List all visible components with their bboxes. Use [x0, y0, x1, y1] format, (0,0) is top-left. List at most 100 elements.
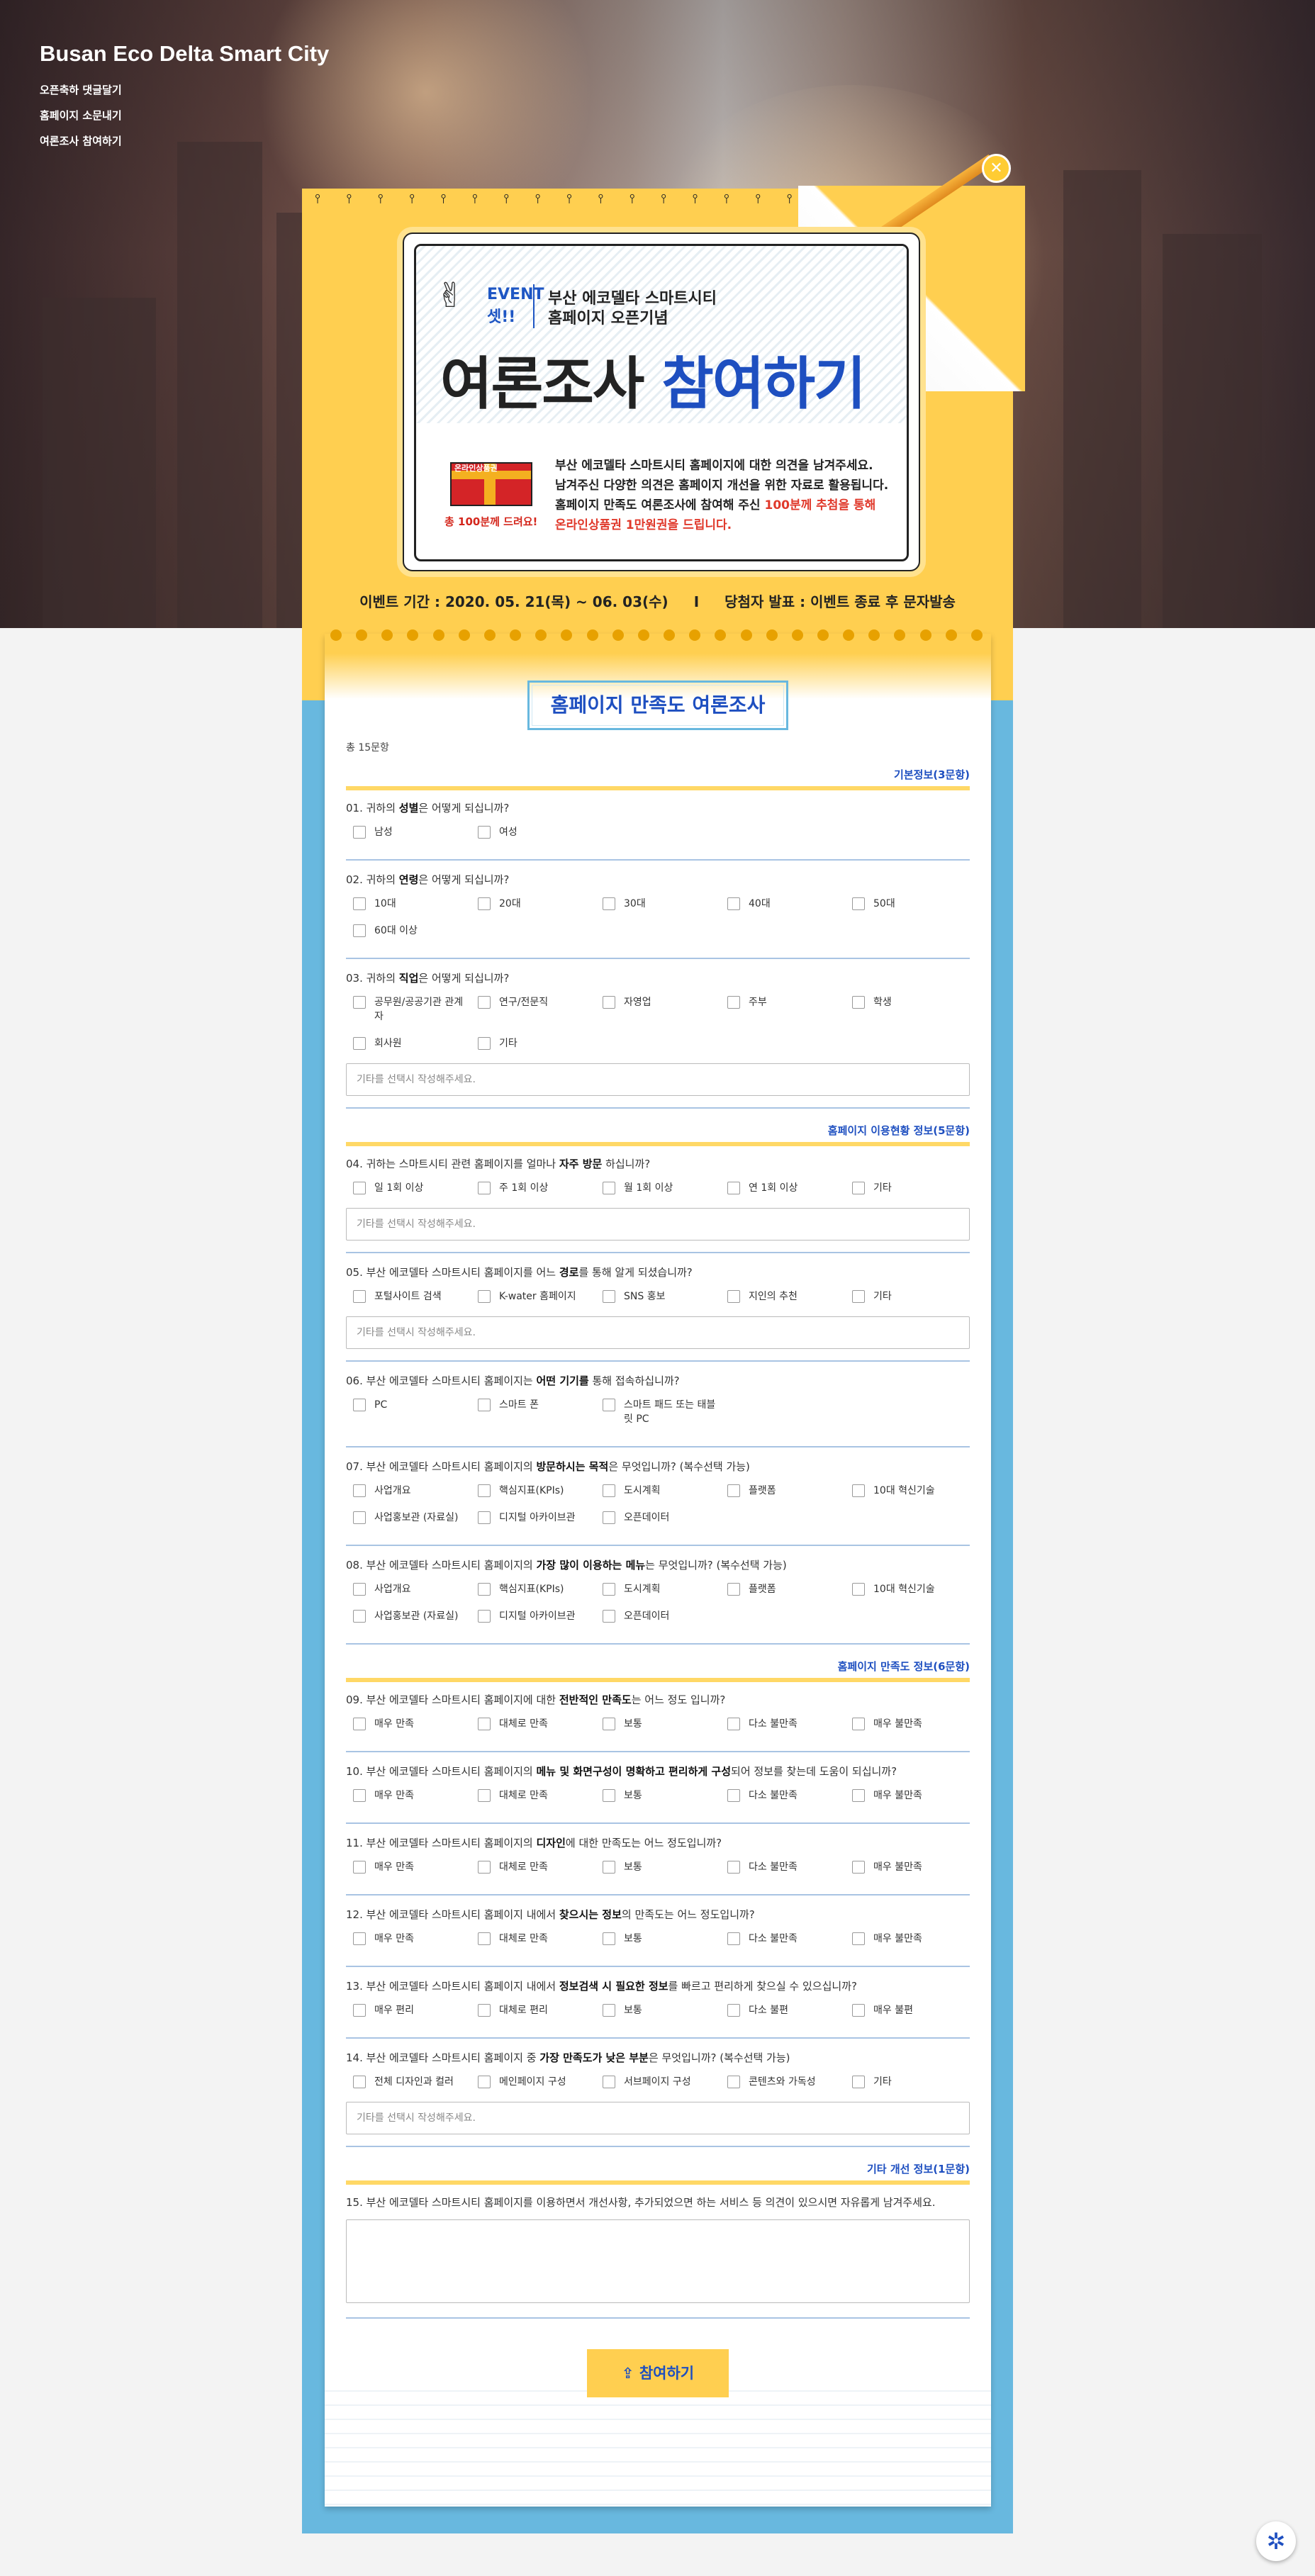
checkbox[interactable] — [727, 1932, 740, 1945]
checkbox-option[interactable]: 연구/전문직 — [471, 995, 595, 1024]
checkbox-option[interactable]: 보통 — [595, 2003, 720, 2017]
checkbox-option[interactable]: 핵심지표(KPIs) — [471, 1484, 595, 1498]
checkbox[interactable] — [353, 1718, 366, 1730]
checkbox-option[interactable]: SNS 홍보 — [595, 1289, 720, 1304]
checkbox-option[interactable]: 매우 불만족 — [845, 1717, 970, 1731]
checkbox[interactable] — [478, 897, 491, 910]
checkbox[interactable] — [603, 1718, 615, 1730]
checkbox[interactable] — [852, 1182, 865, 1194]
checkbox[interactable] — [852, 2076, 865, 2088]
checkbox-option[interactable]: 주부 — [720, 995, 845, 1024]
checkbox-option[interactable]: 기타 — [845, 1181, 970, 1195]
checkbox-option[interactable]: 매우 불만족 — [845, 1932, 970, 1946]
checkbox[interactable] — [353, 897, 366, 910]
checkbox[interactable] — [852, 996, 865, 1009]
checkbox-option[interactable]: 기타 — [845, 1289, 970, 1304]
checkbox-option[interactable]: 사업홍보관 (자료실) — [346, 1609, 471, 1623]
checkbox[interactable] — [603, 1182, 615, 1194]
checkbox-option[interactable]: 학생 — [845, 995, 970, 1024]
checkbox[interactable] — [478, 1511, 491, 1524]
checkbox-option[interactable]: 공무원/공공기관 관계자 — [346, 995, 471, 1024]
checkbox-option[interactable]: 포털사이트 검색 — [346, 1289, 471, 1304]
checkbox-option[interactable]: 다소 불편 — [720, 2003, 845, 2017]
checkbox-option[interactable]: 보통 — [595, 1717, 720, 1731]
checkbox-option[interactable]: K-water 홈페이지 — [471, 1289, 595, 1304]
checkbox-option[interactable]: 다소 불만족 — [720, 1860, 845, 1874]
checkbox[interactable] — [852, 1484, 865, 1497]
checkbox[interactable] — [353, 924, 366, 937]
checkbox-option[interactable]: 다소 불만족 — [720, 1932, 845, 1946]
checkbox[interactable] — [353, 1861, 366, 1874]
checkbox[interactable] — [478, 996, 491, 1009]
checkbox[interactable] — [603, 1610, 615, 1623]
checkbox[interactable] — [353, 1610, 366, 1623]
checkbox-option[interactable]: 메인페이지 구성 — [471, 2075, 595, 2089]
checkbox-option[interactable]: 사업홍보관 (자료실) — [346, 1511, 471, 1525]
checkbox[interactable] — [478, 1182, 491, 1194]
checkbox-option[interactable]: 10대 혁신기술 — [845, 1582, 970, 1596]
checkbox-option[interactable]: 보통 — [595, 1860, 720, 1874]
checkbox-option[interactable]: 회사원 — [346, 1036, 471, 1051]
checkbox[interactable] — [478, 1484, 491, 1497]
checkbox-option[interactable]: 기타 — [471, 1036, 595, 1051]
checkbox[interactable] — [852, 897, 865, 910]
checkbox[interactable] — [353, 1290, 366, 1303]
checkbox[interactable] — [353, 1511, 366, 1524]
checkbox-option[interactable]: 연 1회 이상 — [720, 1181, 845, 1195]
checkbox-option[interactable]: 플랫폼 — [720, 1484, 845, 1498]
checkbox[interactable] — [603, 2076, 615, 2088]
checkbox[interactable] — [852, 1290, 865, 1303]
checkbox[interactable] — [852, 1718, 865, 1730]
checkbox-option[interactable]: 60대 이상 — [346, 924, 471, 938]
checkbox[interactable] — [603, 1484, 615, 1497]
checkbox[interactable] — [603, 1399, 615, 1411]
etc-input[interactable]: 기타를 선택시 작성해주세요. — [346, 2102, 970, 2134]
checkbox-option[interactable]: 디지털 아카이브관 — [471, 1609, 595, 1623]
checkbox-option[interactable]: 매우 불만족 — [845, 1788, 970, 1803]
checkbox[interactable] — [353, 2004, 366, 2017]
checkbox-option[interactable]: 대체로 만족 — [471, 1788, 595, 1803]
submit-button[interactable]: ⇪ 참여하기 — [587, 2349, 729, 2397]
checkbox-option[interactable]: 전체 디자인과 컬러 — [346, 2075, 471, 2089]
checkbox[interactable] — [478, 1718, 491, 1730]
checkbox[interactable] — [727, 1861, 740, 1874]
checkbox[interactable] — [603, 897, 615, 910]
checkbox-option[interactable]: 도시계획 — [595, 1484, 720, 1498]
checkbox[interactable] — [727, 2076, 740, 2088]
checkbox-option[interactable]: 대체로 만족 — [471, 1860, 595, 1874]
checkbox[interactable] — [478, 1610, 491, 1623]
checkbox-option[interactable]: 다소 불만족 — [720, 1788, 845, 1803]
checkbox-option[interactable]: 매우 만족 — [346, 1717, 471, 1731]
checkbox-option[interactable]: 보통 — [595, 1932, 720, 1946]
checkbox[interactable] — [603, 1290, 615, 1303]
floating-help-button[interactable]: ✲ — [1256, 2521, 1296, 2561]
checkbox[interactable] — [478, 826, 491, 839]
checkbox-option[interactable]: 핵심지표(KPIs) — [471, 1582, 595, 1596]
checkbox-option[interactable]: 30대 — [595, 897, 720, 911]
menu-item[interactable]: 홈페이지 소문내기 — [40, 108, 329, 123]
etc-input[interactable]: 기타를 선택시 작성해주세요. — [346, 1063, 970, 1096]
checkbox[interactable] — [727, 996, 740, 1009]
site-title[interactable]: Busan Eco Delta Smart City — [40, 41, 329, 67]
checkbox[interactable] — [727, 1182, 740, 1194]
checkbox-option[interactable]: PC — [346, 1398, 471, 1426]
close-button[interactable]: ✕ — [982, 154, 1011, 183]
checkbox-option[interactable]: 오픈데이터 — [595, 1511, 720, 1525]
menu-item[interactable]: 여론조사 참여하기 — [40, 133, 329, 148]
checkbox[interactable] — [727, 2004, 740, 2017]
checkbox[interactable] — [478, 2076, 491, 2088]
checkbox-option[interactable]: 대체로 만족 — [471, 1717, 595, 1731]
checkbox-option[interactable]: 매우 만족 — [346, 1860, 471, 1874]
checkbox[interactable] — [353, 1484, 366, 1497]
checkbox[interactable] — [727, 1789, 740, 1802]
checkbox-option[interactable]: 지인의 추천 — [720, 1289, 845, 1304]
checkbox-option[interactable]: 주 1회 이상 — [471, 1181, 595, 1195]
checkbox-option[interactable]: 자영업 — [595, 995, 720, 1024]
opinion-textarea[interactable] — [346, 2219, 970, 2303]
checkbox-option[interactable]: 사업개요 — [346, 1484, 471, 1498]
checkbox[interactable] — [603, 1932, 615, 1945]
checkbox-option[interactable]: 기타 — [845, 2075, 970, 2089]
checkbox[interactable] — [727, 1484, 740, 1497]
checkbox-option[interactable]: 스마트 패드 또는 태블릿 PC — [595, 1398, 720, 1426]
checkbox[interactable] — [478, 2004, 491, 2017]
